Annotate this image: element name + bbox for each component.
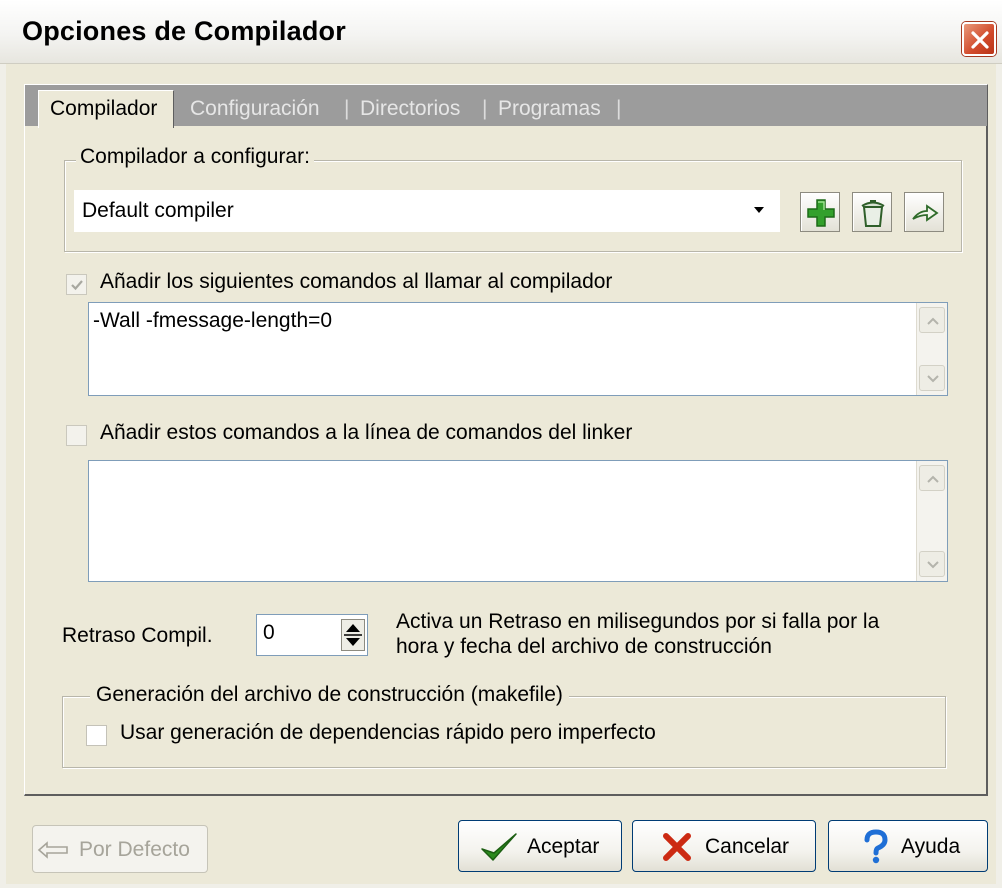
chevron-down-icon bbox=[927, 561, 939, 569]
add-compiler-button[interactable] bbox=[800, 192, 840, 232]
cancel-button-label: Cancelar bbox=[705, 835, 790, 858]
vertical-scrollbar[interactable] bbox=[916, 303, 947, 395]
compiler-groupbox-label: Compilador a configurar: bbox=[76, 145, 314, 169]
scroll-up-button[interactable] bbox=[919, 465, 945, 491]
chevron-up-icon bbox=[927, 475, 939, 483]
compiler-select[interactable]: Default compiler bbox=[74, 190, 780, 232]
linker-commands-checkbox[interactable] bbox=[66, 425, 87, 446]
cancel-button[interactable]: Cancelar bbox=[632, 820, 816, 872]
tab-directorios[interactable]: Directorios bbox=[360, 90, 460, 128]
fast-dependencies-checkbox[interactable] bbox=[86, 725, 107, 746]
scroll-down-button[interactable] bbox=[919, 551, 945, 577]
default-button[interactable]: Por Defecto bbox=[32, 825, 208, 873]
chevron-up-icon bbox=[927, 317, 939, 325]
close-button[interactable] bbox=[962, 22, 996, 56]
delay-spinbox[interactable]: 0 bbox=[256, 614, 368, 656]
check-icon bbox=[71, 280, 83, 291]
window-title: Opciones de Compilador bbox=[22, 16, 346, 46]
compiler-commands-checkbox[interactable] bbox=[66, 274, 87, 295]
vertical-scrollbar[interactable] bbox=[916, 461, 947, 581]
tab-separator: | bbox=[616, 97, 622, 120]
close-icon bbox=[971, 31, 989, 49]
x-icon bbox=[663, 833, 691, 861]
delay-description: hora y fecha del archivo de construcción bbox=[396, 635, 772, 658]
updown-arrows-icon bbox=[344, 624, 362, 646]
delay-label: Retraso Compil. bbox=[62, 624, 213, 647]
rename-compiler-button[interactable] bbox=[904, 192, 944, 232]
compiler-commands-textarea[interactable]: -Wall -fmessage-length=0 bbox=[88, 302, 948, 396]
compiler-commands-value: -Wall -fmessage-length=0 bbox=[93, 309, 333, 332]
trash-icon bbox=[861, 200, 885, 227]
tab-separator: | bbox=[482, 97, 488, 120]
ok-button[interactable]: Aceptar bbox=[458, 820, 622, 872]
default-button-label: Por Defecto bbox=[79, 838, 190, 861]
delay-value: 0 bbox=[263, 621, 275, 644]
tab-configuracion[interactable]: Configuración bbox=[190, 90, 320, 128]
delay-updown-button[interactable] bbox=[341, 619, 365, 651]
tab-compilador[interactable]: Compilador bbox=[38, 90, 174, 128]
compiler-commands-label[interactable]: Añadir los siguientes comandos al llamar… bbox=[100, 270, 612, 294]
chevron-down-icon bbox=[927, 375, 939, 383]
linker-commands-label[interactable]: Añadir estos comandos a la línea de coma… bbox=[100, 421, 632, 445]
tab-separator: | bbox=[344, 97, 350, 120]
delete-compiler-button[interactable] bbox=[852, 192, 892, 232]
linker-commands-textarea[interactable] bbox=[88, 460, 948, 582]
arrow-right-icon bbox=[912, 204, 939, 222]
help-button-label: Ayuda bbox=[901, 835, 961, 858]
plus-icon bbox=[807, 199, 835, 227]
ok-button-label: Aceptar bbox=[527, 835, 600, 858]
scroll-up-button[interactable] bbox=[919, 307, 945, 333]
dropdown-arrow-icon[interactable] bbox=[752, 204, 766, 216]
delay-description: Activa un Retraso en milisegundos por si… bbox=[396, 610, 880, 633]
makefile-groupbox-label: Generación del archivo de construcción (… bbox=[90, 683, 569, 707]
check-icon bbox=[481, 833, 517, 861]
help-button[interactable]: Ayuda bbox=[828, 820, 988, 872]
tab-programas[interactable]: Programas bbox=[498, 90, 601, 128]
question-icon bbox=[864, 829, 888, 864]
arrow-left-icon bbox=[37, 841, 68, 859]
fast-dependencies-label[interactable]: Usar generación de dependencias rápido p… bbox=[120, 721, 656, 745]
scroll-down-button[interactable] bbox=[919, 365, 945, 391]
